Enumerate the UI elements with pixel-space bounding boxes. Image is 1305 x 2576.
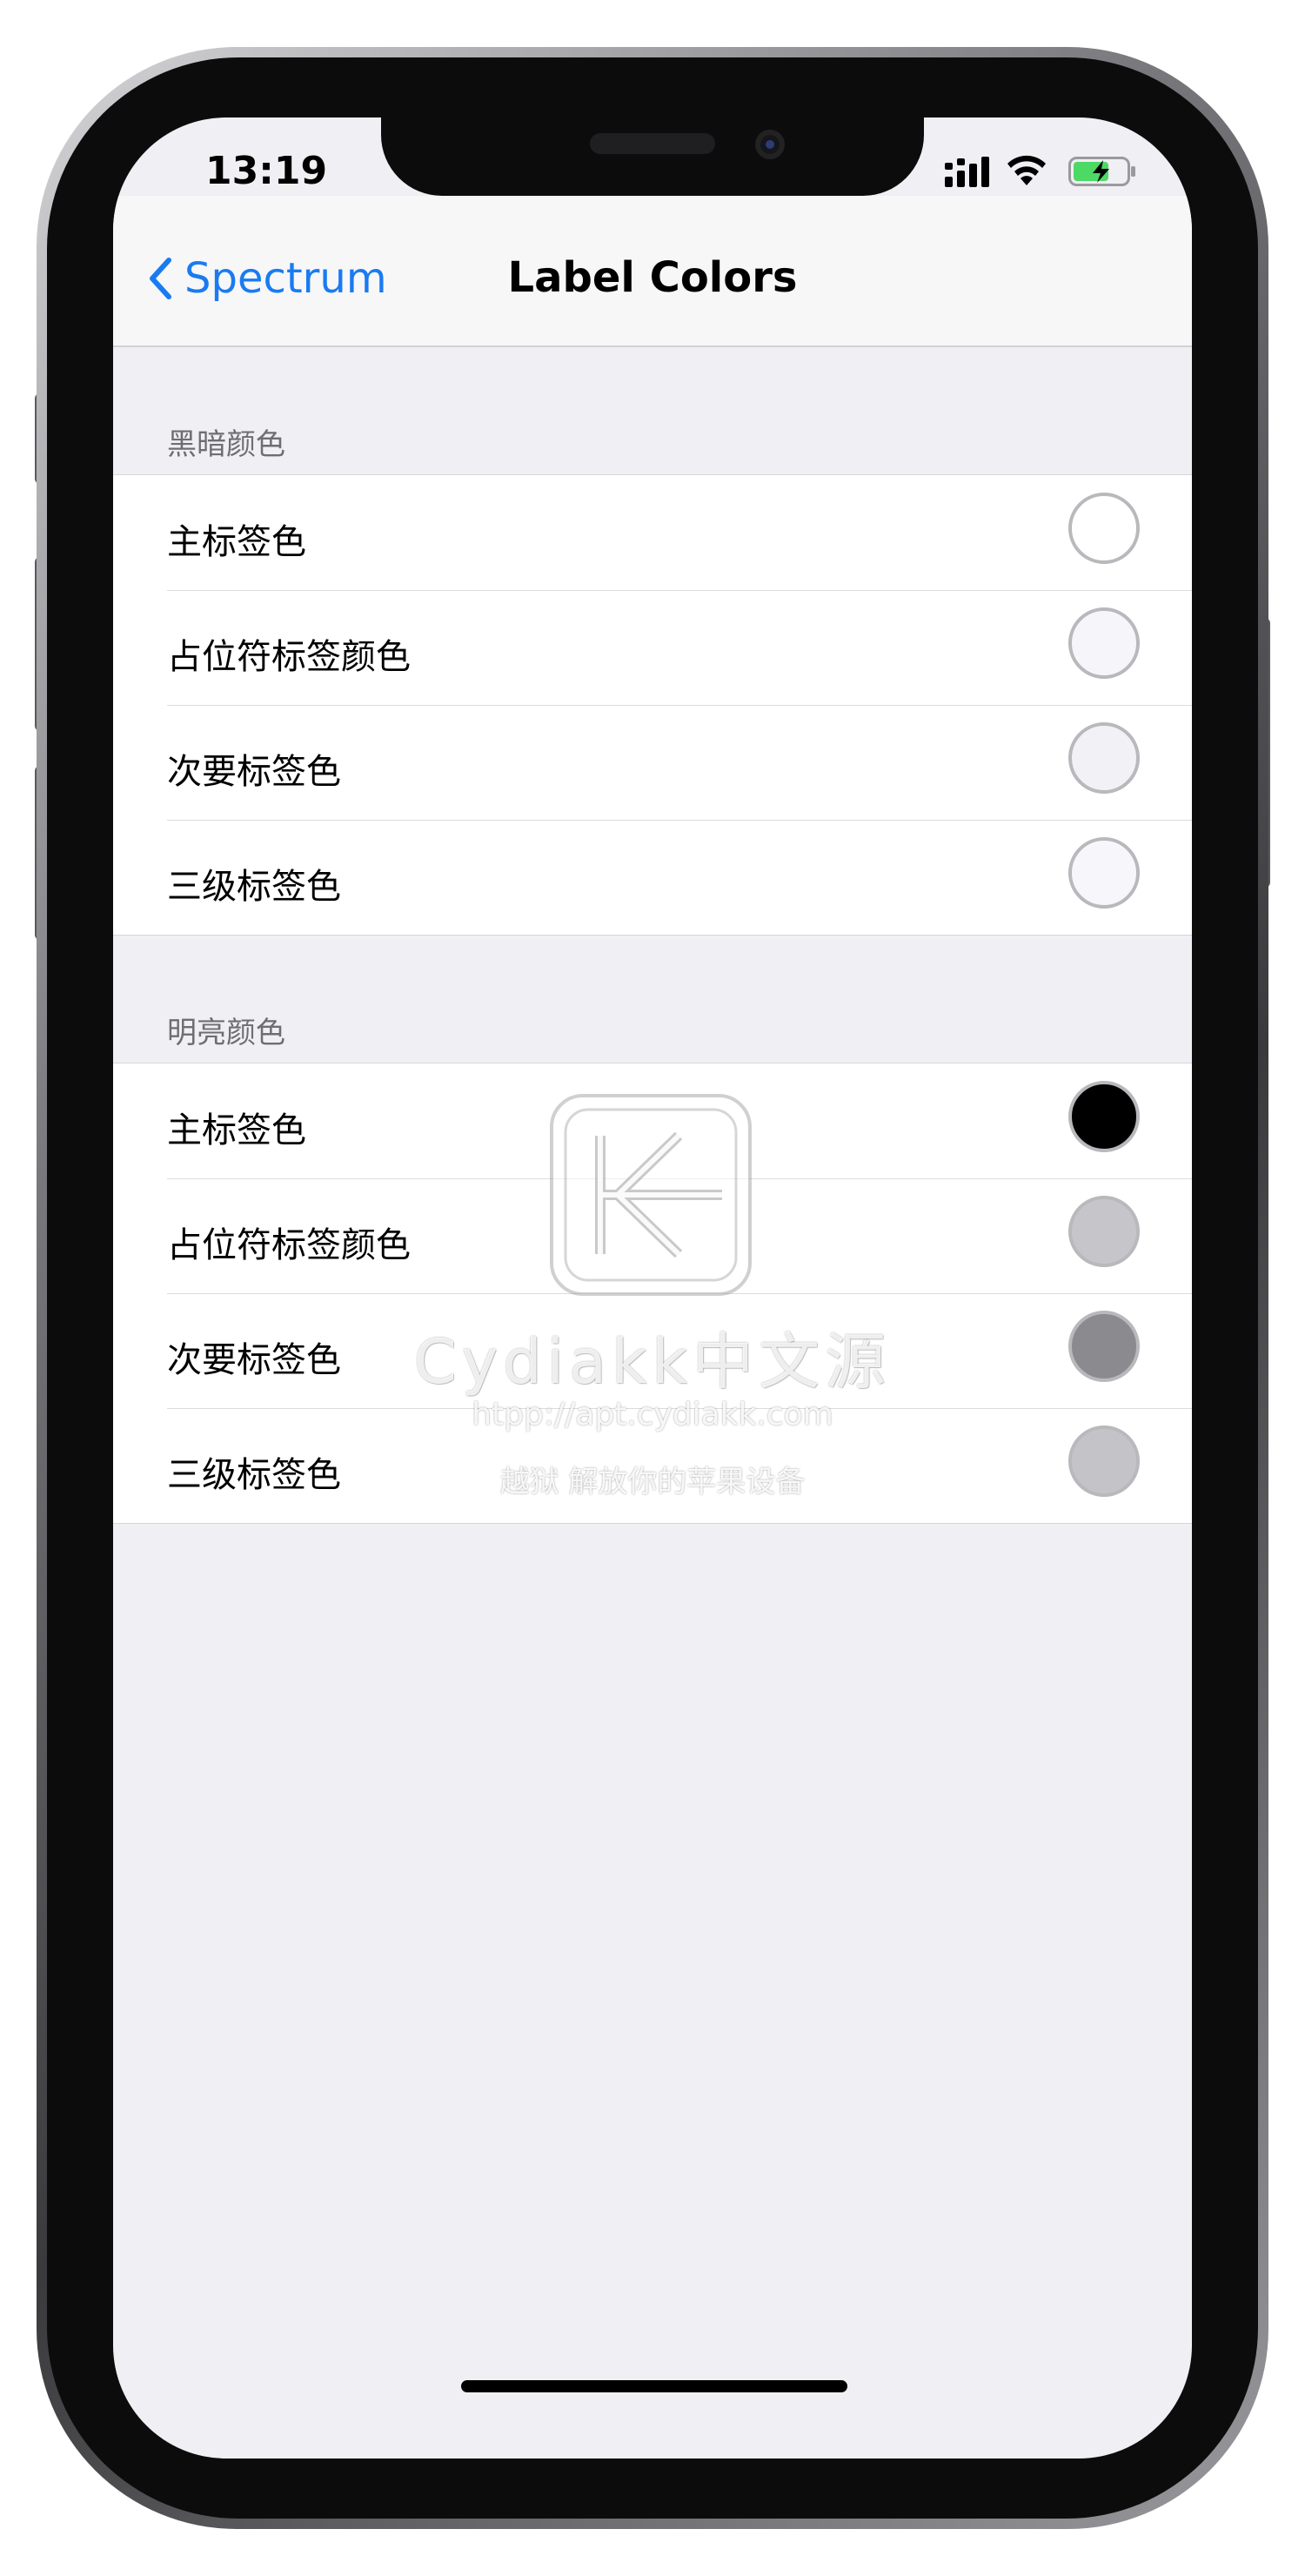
device-frame: 13:19 Spectrum Label Colors 黑暗颜色 主标签色 占位… — [0, 0, 1305, 2576]
home-indicator[interactable] — [461, 2380, 847, 2392]
section-header-light: 明亮颜色 — [167, 1016, 285, 1050]
screen: 13:19 Spectrum Label Colors 黑暗颜色 主标签色 占位… — [113, 117, 1192, 2459]
list-item[interactable]: 主标签色 — [113, 475, 1192, 590]
list-item[interactable]: 占位符标签颜色 — [113, 1178, 1192, 1293]
wifi-icon — [1007, 155, 1046, 185]
color-swatch[interactable] — [1068, 1196, 1140, 1267]
section-group-dark: 主标签色 占位符标签颜色 次要标签色 三级标签色 — [113, 474, 1192, 936]
settings-list: 黑暗颜色 主标签色 占位符标签颜色 次要标签色 三级标签色 明亮颜色 主标签色 … — [113, 347, 1192, 1524]
row-label: 主标签色 — [167, 522, 306, 562]
color-swatch[interactable] — [1068, 607, 1140, 679]
camera-notch — [381, 117, 924, 196]
earpiece-speaker — [590, 133, 715, 154]
row-label: 三级标签色 — [167, 867, 341, 907]
section-header-dark: 黑暗颜色 — [167, 427, 285, 462]
list-item[interactable]: 三级标签色 — [113, 1408, 1192, 1523]
front-camera — [755, 130, 785, 159]
row-label: 占位符标签颜色 — [167, 637, 411, 677]
color-swatch[interactable] — [1068, 1426, 1140, 1497]
list-item[interactable]: 次要标签色 — [113, 705, 1192, 820]
battery-charging-icon — [1068, 157, 1135, 186]
color-swatch[interactable] — [1068, 1081, 1140, 1152]
section-group-light: 主标签色 占位符标签颜色 次要标签色 三级标签色 — [113, 1063, 1192, 1524]
list-item[interactable]: 主标签色 — [113, 1063, 1192, 1178]
row-label: 三级标签色 — [167, 1455, 341, 1495]
row-label: 主标签色 — [167, 1110, 306, 1150]
list-item[interactable]: 次要标签色 — [113, 1293, 1192, 1408]
row-label: 次要标签色 — [167, 752, 341, 792]
list-item[interactable]: 三级标签色 — [113, 820, 1192, 935]
row-label: 占位符标签颜色 — [167, 1225, 411, 1265]
color-swatch[interactable] — [1068, 837, 1140, 909]
list-item[interactable]: 占位符标签颜色 — [113, 590, 1192, 705]
color-swatch[interactable] — [1068, 722, 1140, 794]
color-swatch[interactable] — [1068, 1311, 1140, 1382]
row-label: 次要标签色 — [167, 1340, 341, 1380]
color-swatch[interactable] — [1068, 493, 1140, 564]
status-time: 13:19 — [205, 149, 328, 193]
navigation-bar: Spectrum Label Colors — [113, 196, 1192, 347]
cellular-signal-icon — [945, 157, 989, 187]
page-title: Label Colors — [507, 253, 798, 302]
